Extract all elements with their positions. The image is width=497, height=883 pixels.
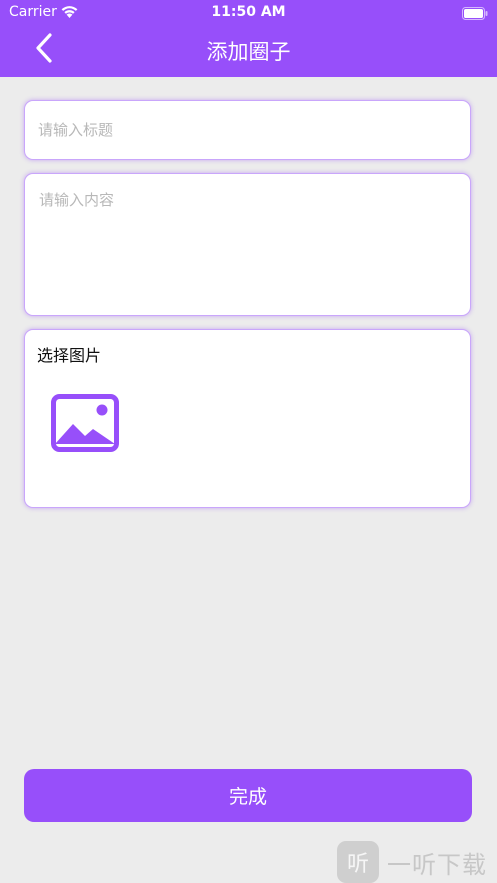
title-card — [24, 100, 471, 160]
page-title: 添加圈子 — [206, 40, 291, 64]
done-button[interactable]: 完成 — [24, 769, 472, 822]
image-picker-card: 选择图片 — [24, 329, 471, 508]
watermark: 听 一听下载 — [337, 841, 487, 883]
battery-icon — [462, 5, 488, 20]
title-input[interactable] — [25, 101, 470, 159]
watermark-text: 一听下载 — [387, 850, 487, 879]
status-bar: Carrier 11:50 AM — [0, 0, 497, 26]
nav-header: Carrier 11:50 AM 添加圈子 — [0, 0, 497, 77]
image-placeholder-icon — [51, 394, 119, 456]
watermark-logo: 听 — [337, 841, 379, 883]
status-time: 11:50 AM — [211, 4, 286, 20]
content-card — [24, 173, 471, 316]
content-input[interactable] — [25, 174, 470, 315]
add-image-button[interactable] — [51, 394, 119, 452]
image-picker-label: 选择图片 — [37, 346, 102, 365]
